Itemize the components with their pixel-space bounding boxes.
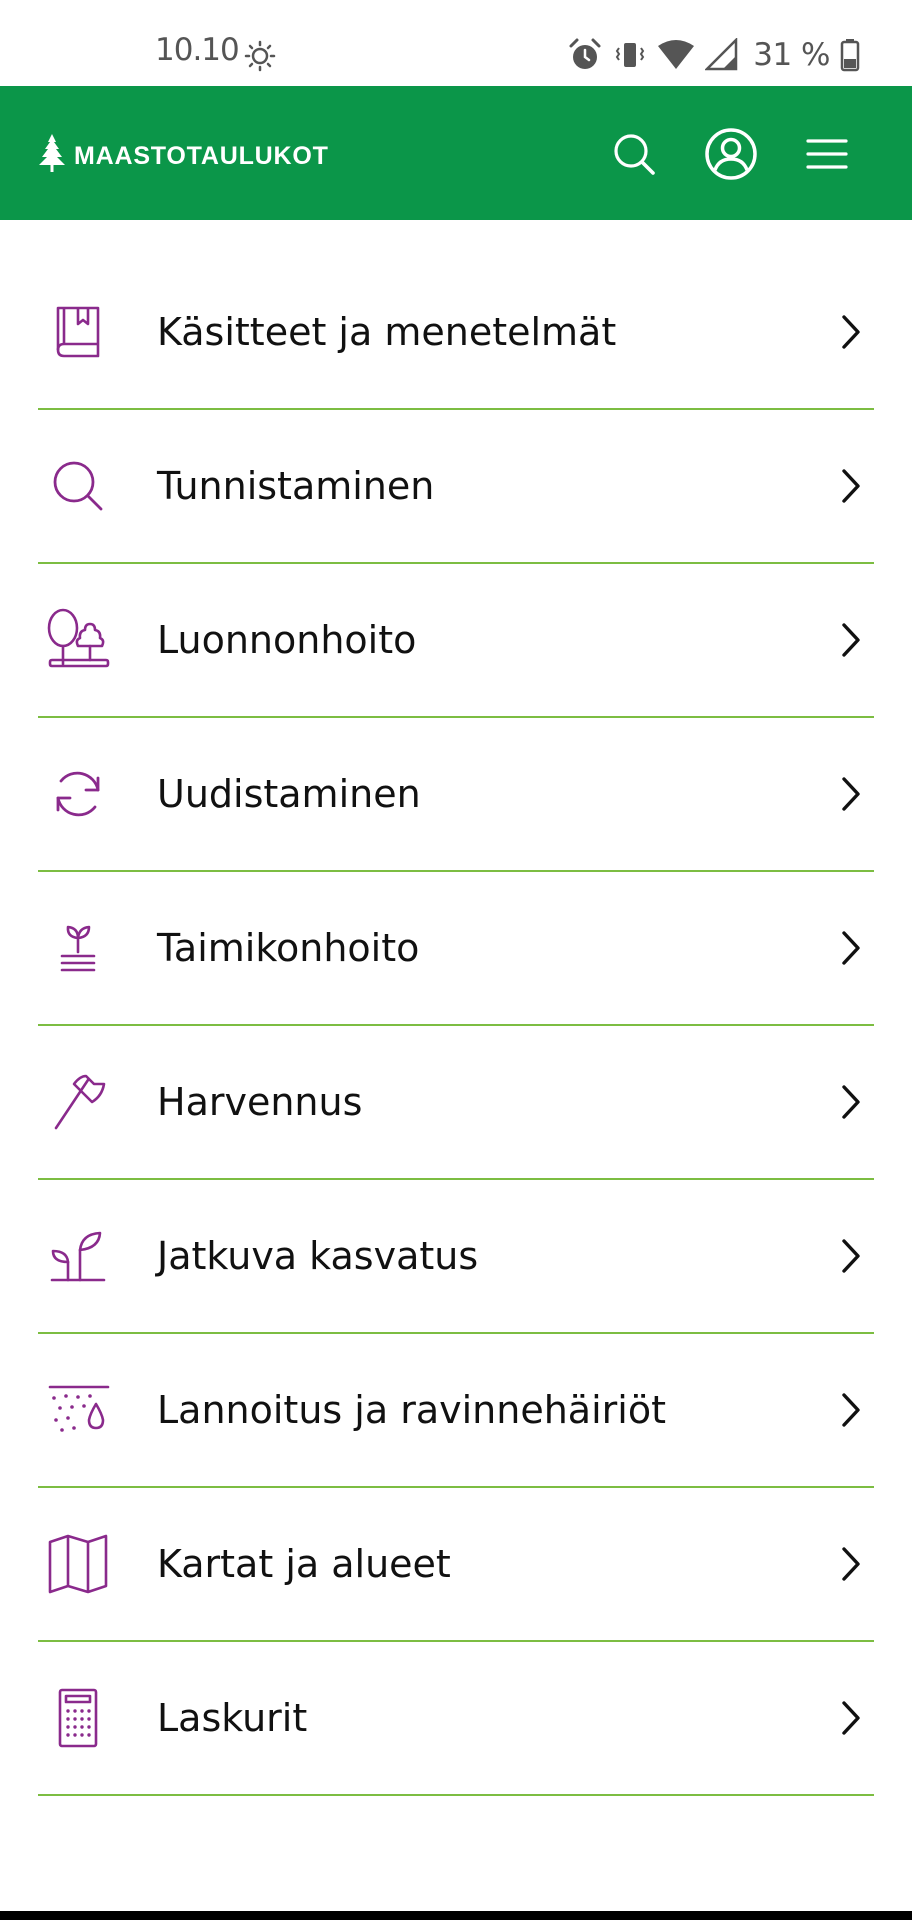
menu-item-label: Jatkuva kasvatus — [157, 1234, 479, 1278]
map-icon — [38, 1524, 118, 1604]
refresh-icon — [38, 754, 118, 834]
trees-icon — [38, 600, 118, 680]
menu-item-uudistaminen[interactable]: Uudistaminen — [38, 718, 874, 872]
category-menu: Käsitteet ja menetelmät Tunnistaminen Lu… — [38, 256, 874, 1796]
magnifier-icon — [38, 446, 118, 526]
status-icons: 31 % — [567, 37, 860, 73]
search-icon — [614, 134, 655, 175]
seedling-rows-icon — [38, 908, 118, 988]
tree-icon — [39, 134, 65, 172]
menu-item-kasitteet[interactable]: Käsitteet ja menetelmät — [38, 256, 874, 410]
cellular-signal-icon — [705, 38, 738, 71]
header-account-button[interactable] — [704, 127, 758, 181]
chevron-right-icon — [842, 623, 860, 657]
hamburger-menu-icon — [806, 139, 848, 169]
battery-percent: 31 % — [753, 36, 830, 73]
alarm-icon — [569, 38, 601, 69]
chevron-right-icon — [842, 1547, 860, 1581]
chevron-right-icon — [842, 1239, 860, 1273]
menu-item-laskurit[interactable]: Laskurit — [38, 1642, 874, 1796]
account-icon — [705, 128, 757, 180]
logo-text: MAASTOTAULUKOT — [74, 141, 329, 170]
menu-item-label: Harvennus — [157, 1080, 363, 1124]
menu-item-jatkuva-kasvatus[interactable]: Jatkuva kasvatus — [38, 1180, 874, 1334]
menu-item-label: Lannoitus ja ravinnehäiriöt — [157, 1388, 666, 1432]
chevron-right-icon — [842, 1701, 860, 1735]
status-time: 10.10 — [155, 32, 240, 68]
menu-item-label: Käsitteet ja menetelmät — [157, 310, 617, 354]
menu-item-label: Taimikonhoito — [157, 926, 420, 970]
header-search-button[interactable] — [607, 127, 661, 181]
status-bar: 10.10 31 % — [0, 0, 912, 86]
menu-item-label: Kartat ja alueet — [157, 1542, 451, 1586]
axe-icon — [38, 1062, 118, 1142]
chevron-right-icon — [842, 1393, 860, 1427]
menu-item-label: Tunnistaminen — [157, 464, 435, 508]
menu-item-label: Luonnonhoito — [157, 618, 417, 662]
header-menu-button[interactable] — [800, 127, 854, 181]
menu-item-label: Uudistaminen — [157, 772, 421, 816]
chevron-right-icon — [842, 777, 860, 811]
vibrate-icon — [616, 43, 645, 67]
chevron-right-icon — [842, 315, 860, 349]
app-header: MAASTOTAULUKOT — [0, 86, 912, 220]
battery-icon — [840, 39, 860, 72]
calculator-icon — [38, 1678, 118, 1758]
navigation-bar — [0, 1911, 912, 1920]
brightness-icon — [244, 40, 276, 72]
fertilizer-drop-icon — [38, 1370, 118, 1450]
chevron-right-icon — [842, 469, 860, 503]
menu-item-taimikonhoito[interactable]: Taimikonhoito — [38, 872, 874, 1026]
chevron-right-icon — [842, 931, 860, 965]
chevron-right-icon — [842, 1085, 860, 1119]
menu-item-label: Laskurit — [157, 1696, 308, 1740]
app-logo[interactable]: MAASTOTAULUKOT — [38, 132, 329, 174]
sprout-icon — [38, 1216, 118, 1296]
menu-item-kartat[interactable]: Kartat ja alueet — [38, 1488, 874, 1642]
wifi-icon — [658, 40, 695, 69]
menu-item-lannoitus[interactable]: Lannoitus ja ravinnehäiriöt — [38, 1334, 874, 1488]
menu-item-luonnonhoito[interactable]: Luonnonhoito — [38, 564, 874, 718]
book-icon — [38, 292, 118, 372]
menu-item-harvennus[interactable]: Harvennus — [38, 1026, 874, 1180]
menu-item-tunnistaminen[interactable]: Tunnistaminen — [38, 410, 874, 564]
